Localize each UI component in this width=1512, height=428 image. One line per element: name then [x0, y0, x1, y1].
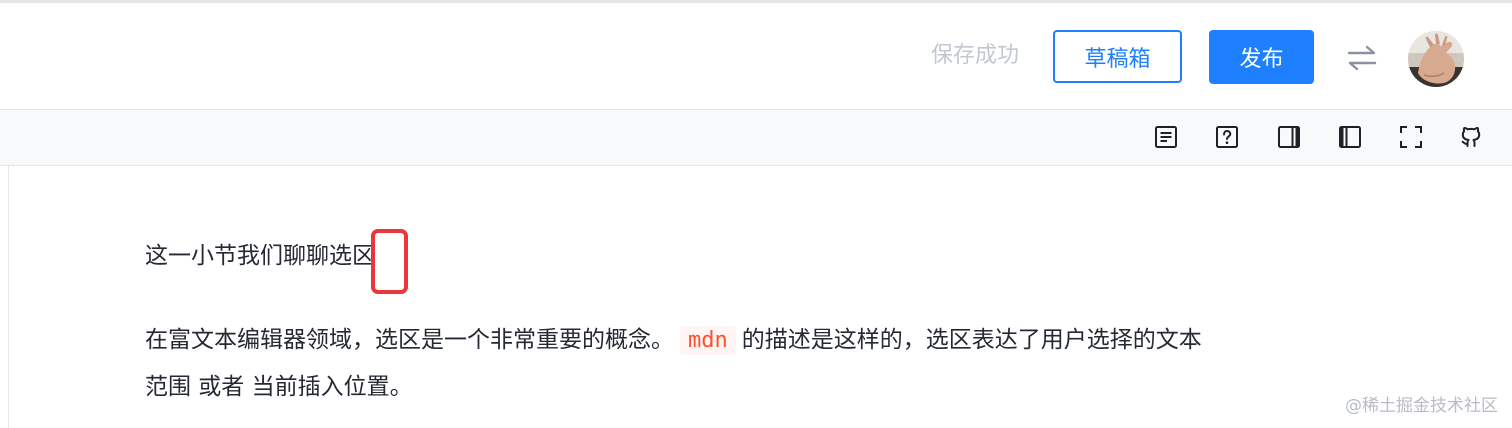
- paragraph-line-3: 范围 或者 当前插入位置。: [145, 374, 413, 400]
- editor-gutter-line: [8, 166, 9, 428]
- preview-only-icon[interactable]: [1276, 124, 1302, 150]
- help-icon[interactable]: [1214, 124, 1240, 150]
- paragraph-line-2: 在富文本编辑器领域，选区是一个非常重要的概念。 mdn 的描述是这样的，选区表达了用…: [145, 318, 1202, 363]
- github-icon[interactable]: [1458, 124, 1484, 150]
- watermark-text: @稀土掘金技术社区: [1345, 396, 1498, 416]
- save-status-text: 保存成功: [931, 43, 1020, 68]
- editor-header: 保存成功 草稿箱 发布: [0, 3, 1512, 110]
- contents-icon[interactable]: [1153, 124, 1179, 150]
- user-avatar[interactable]: [1408, 31, 1464, 87]
- editor-toolbar: [0, 110, 1512, 166]
- selection-highlight-box: [371, 229, 408, 294]
- fullscreen-icon[interactable]: [1398, 124, 1424, 150]
- editor-page: 保存成功 草稿箱 发布 这一小节我们聊聊选区 在富文本编辑器领域，选区是一个非常…: [0, 0, 1512, 428]
- inline-code-mdn: mdn: [680, 326, 736, 355]
- paragraph-heading-line: 这一小节我们聊聊选区: [145, 243, 375, 269]
- publish-button[interactable]: 发布: [1209, 30, 1314, 84]
- editor-only-icon[interactable]: [1337, 124, 1363, 150]
- switch-arrows-icon[interactable]: [1346, 44, 1378, 72]
- paragraph-text-after-code: 的描述是这样的，选区表达了用户选择的文本: [741, 327, 1202, 353]
- paragraph-text-before-code: 在富文本编辑器领域，选区是一个非常重要的概念。: [145, 327, 674, 353]
- drafts-button[interactable]: 草稿箱: [1053, 30, 1182, 83]
- editor-content[interactable]: 这一小节我们聊聊选区 在富文本编辑器领域，选区是一个非常重要的概念。 mdn 的描述…: [0, 166, 1512, 428]
